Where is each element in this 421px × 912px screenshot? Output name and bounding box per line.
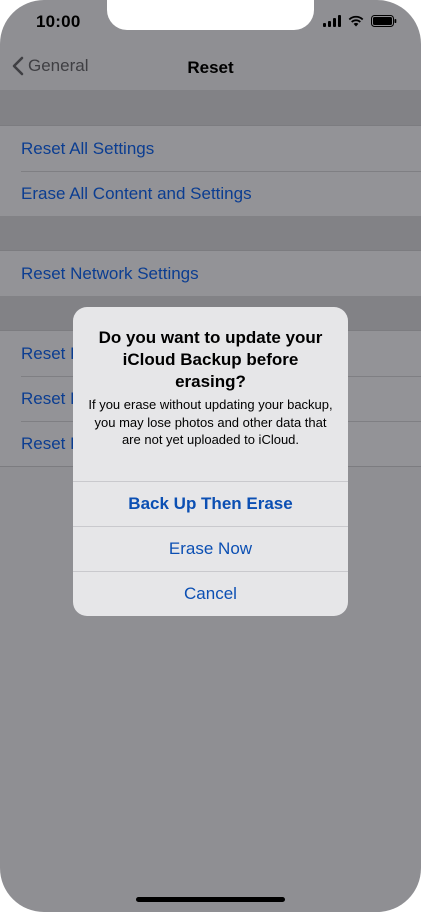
page-title: Reset — [187, 58, 234, 77]
settings-group-network: Reset Network Settings — [0, 250, 421, 297]
phone-screen: 10:00 General Reset Reset All Settings E… — [0, 0, 421, 912]
cellular-signal-icon — [323, 15, 341, 27]
navigation-bar: General Reset — [0, 46, 421, 90]
cancel-button[interactable]: Cancel — [73, 571, 348, 616]
status-icons — [323, 15, 397, 27]
reset-network-settings-row[interactable]: Reset Network Settings — [0, 251, 421, 296]
settings-group-reset: Reset All Settings Erase All Content and… — [0, 125, 421, 217]
notch — [107, 0, 314, 30]
home-indicator[interactable] — [136, 897, 285, 902]
backup-alert-dialog: Do you want to update your iCloud Backup… — [73, 307, 348, 616]
status-bar: 10:00 — [0, 0, 421, 46]
erase-all-content-row[interactable]: Erase All Content and Settings — [0, 171, 421, 216]
section-spacer — [0, 216, 421, 251]
battery-icon — [371, 15, 397, 27]
wifi-icon — [348, 15, 364, 27]
status-time: 10:00 — [36, 12, 81, 31]
back-up-then-erase-button[interactable]: Back Up Then Erase — [73, 481, 348, 526]
reset-all-settings-row[interactable]: Reset All Settings — [0, 126, 421, 171]
alert-title: Do you want to update your iCloud Backup… — [98, 328, 323, 391]
section-spacer — [0, 90, 421, 126]
erase-now-button[interactable]: Erase Now — [73, 526, 348, 571]
alert-message: If you erase without updating your backu… — [88, 397, 333, 447]
